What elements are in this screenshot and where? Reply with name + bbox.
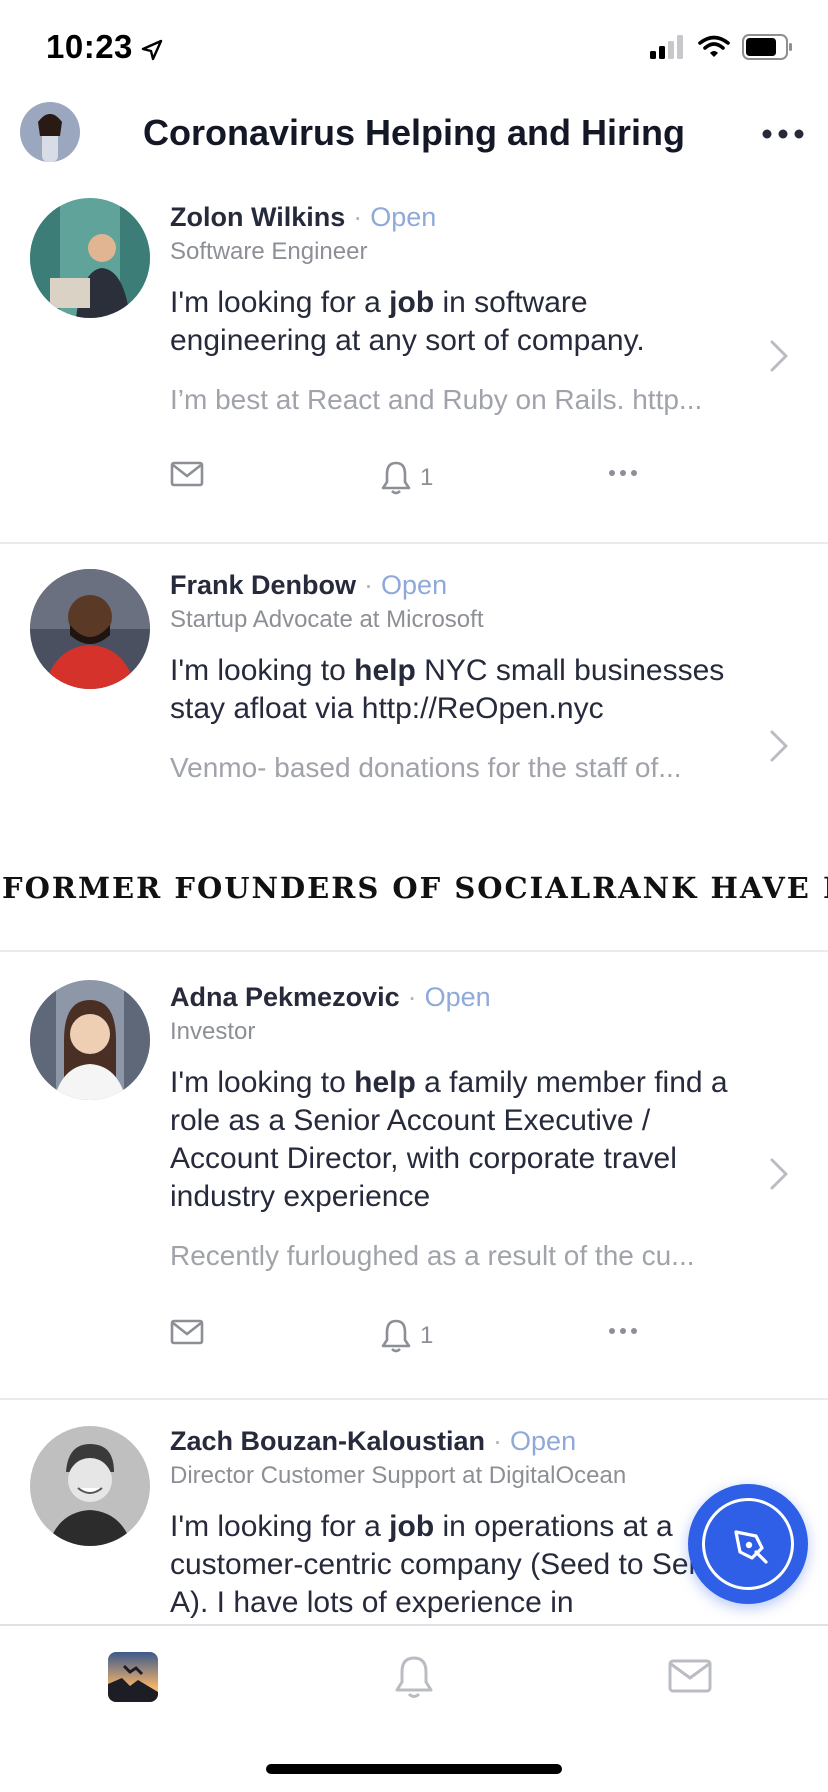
chevron-right-icon[interactable] [768, 1156, 790, 1192]
more-horizontal-icon[interactable] [758, 122, 808, 146]
post-body: Adna Pekmezovic · Open Investor I'm lookin… [170, 980, 748, 1274]
more-options-button[interactable] [608, 1326, 638, 1336]
page-title: Coronavirus Helping and Hiring [142, 112, 686, 153]
post-keyword: help [354, 1066, 416, 1099]
post-author-name[interactable]: Adna Pekmezovic [170, 982, 400, 1012]
tab-home[interactable] [108, 1652, 158, 1702]
mail-icon [170, 461, 204, 487]
status-badge: Open [370, 202, 437, 232]
post-text: I'm looking for a job in software engine… [170, 286, 645, 357]
post-card[interactable]: Adna Pekmezovic · Open Investor I'm lookin… [0, 952, 828, 1400]
post-card[interactable]: Zolon Wilkins · Open Software Engineer I'm… [0, 188, 828, 544]
post-author-role: Director Customer Support at DigitalOcea… [170, 1462, 627, 1489]
post-author-role: Investor [170, 1018, 256, 1045]
location-arrow-icon [141, 39, 163, 61]
post-preview: I’m best at React and Ruby on Rails. htt… [170, 384, 703, 415]
signal-icon [650, 35, 683, 59]
chevron-right-icon[interactable] [768, 728, 790, 764]
separator-dot: · [353, 202, 363, 232]
separator-dot: · [407, 982, 417, 1012]
wifi-icon [698, 35, 730, 57]
more-horizontal-icon [609, 1328, 637, 1334]
app-header: Coronavirus Helping and Hiring [0, 96, 828, 188]
message-button[interactable] [170, 1318, 204, 1346]
post-keyword: job [389, 1510, 435, 1543]
bell-icon [381, 461, 411, 495]
post-text: I'm looking to help a family member find… [170, 1066, 728, 1213]
avatar[interactable] [30, 980, 150, 1100]
compose-button[interactable] [688, 1484, 808, 1604]
post-author-name[interactable]: Zach Bouzan-Kaloustian [170, 1426, 485, 1456]
post-actions: 1 [170, 1318, 650, 1358]
bell-icon [381, 1319, 411, 1353]
mail-icon[interactable] [668, 1658, 712, 1694]
home-thumbnail [108, 1652, 158, 1702]
overlay-banner-text: FORMER FOUNDERS OF SOCIALRANK HAVE LA [2, 871, 828, 905]
battery-icon [742, 34, 792, 60]
post-author-role: Software Engineer [170, 238, 368, 265]
post-body: Zach Bouzan-Kaloustian · Open Director Cus… [170, 1424, 748, 1622]
notification-count: 1 [420, 1322, 434, 1349]
notify-button[interactable]: 1 [380, 460, 433, 496]
compose-pen-icon [734, 1530, 768, 1564]
status-badge: Open [510, 1426, 577, 1456]
status-indicators [650, 34, 794, 60]
status-badge: Open [424, 982, 491, 1012]
avatar[interactable] [30, 569, 150, 689]
separator-dot: · [364, 570, 374, 600]
notification-count: 1 [420, 464, 434, 491]
post-text: I'm looking for a job in operations at a… [170, 1510, 737, 1619]
status-bar: 10:23 [0, 0, 828, 96]
mail-icon [170, 1319, 204, 1345]
chevron-right-icon[interactable] [768, 338, 790, 374]
post-author-name[interactable]: Zolon Wilkins [170, 202, 345, 232]
more-horizontal-icon [609, 470, 637, 476]
post-author-name[interactable]: Frank Denbow [170, 570, 356, 600]
post-body: Zolon Wilkins · Open Software Engineer I'm… [170, 200, 748, 418]
overlay-banner: FORMER FOUNDERS OF SOCIALRANK HAVE LA [0, 860, 828, 916]
status-time: 10:23 [46, 28, 133, 65]
post-actions: 1 [170, 460, 650, 500]
post-preview: Recently furloughed as a result of the c… [170, 1240, 695, 1271]
home-indicator[interactable] [266, 1764, 562, 1774]
status-badge: Open [381, 570, 448, 600]
post-keyword: job [389, 286, 435, 319]
post-keyword: help [354, 654, 416, 687]
post-preview: Venmo- based donations for the staff of.… [170, 752, 682, 783]
post-author-role: Startup Advocate at Microsoft [170, 606, 484, 633]
more-options-button[interactable] [608, 468, 638, 478]
separator-dot: · [493, 1426, 503, 1456]
avatar[interactable] [30, 198, 150, 318]
notify-button[interactable]: 1 [380, 1318, 433, 1354]
post-body: Frank Denbow · Open Startup Advocate at Mi… [170, 568, 748, 786]
message-button[interactable] [170, 460, 204, 488]
bell-icon[interactable] [392, 1654, 436, 1700]
post-text: I'm looking to help NYC small businesses… [170, 654, 725, 725]
avatar[interactable] [30, 1426, 150, 1546]
